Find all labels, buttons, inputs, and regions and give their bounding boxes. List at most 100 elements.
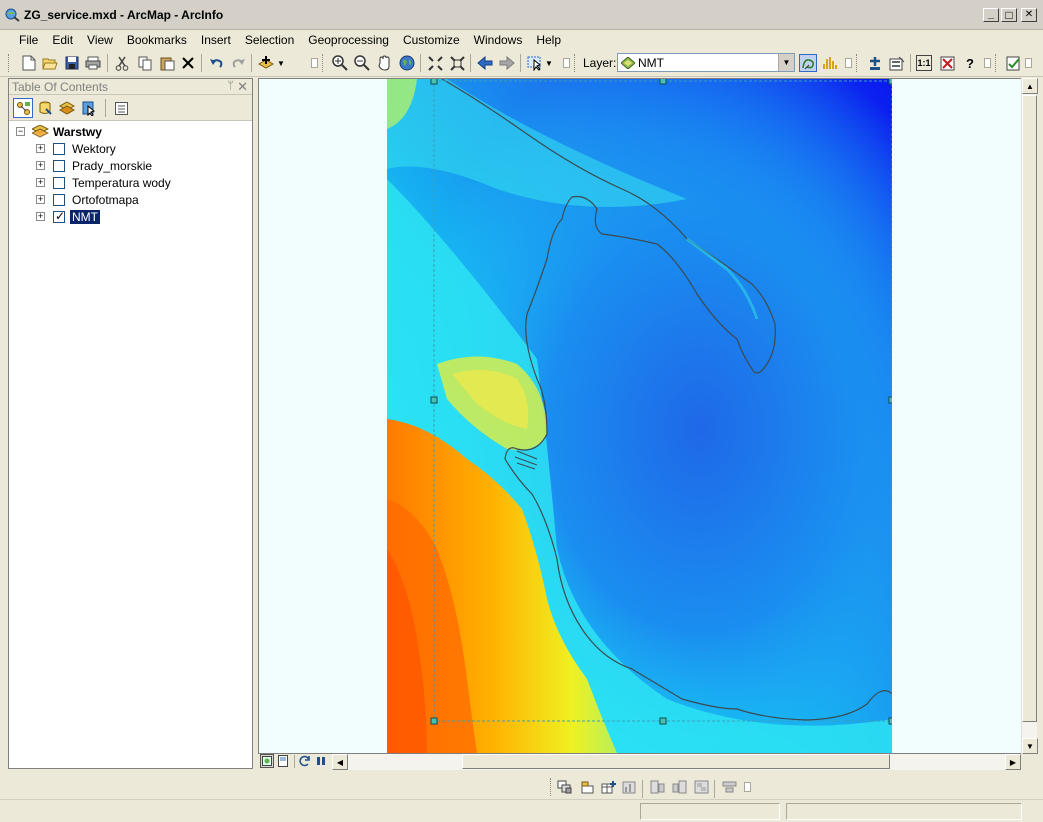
scroll-thumb[interactable] xyxy=(1022,95,1037,722)
distribute-icon[interactable] xyxy=(720,778,738,796)
menu-view[interactable]: View xyxy=(80,31,120,49)
layer-visibility-checkbox[interactable] xyxy=(53,209,65,223)
catalog-window-icon[interactable] xyxy=(888,54,906,72)
layer-row-ortofotmapa[interactable]: + Ortofotmapa xyxy=(36,191,141,208)
map-display[interactable] xyxy=(258,78,1036,754)
forward-arrow-icon[interactable] xyxy=(498,54,516,72)
toolbar-overflow[interactable] xyxy=(984,58,991,68)
swipe-layer-icon[interactable] xyxy=(799,54,817,72)
toolbar-overflow[interactable] xyxy=(563,58,570,68)
chevron-down-icon[interactable]: ▼ xyxy=(778,54,794,71)
data-view-icon[interactable] xyxy=(260,754,274,768)
editor-toolbar-icon[interactable] xyxy=(1005,54,1023,72)
layer-visibility-checkbox[interactable] xyxy=(53,159,65,172)
histogram-icon[interactable] xyxy=(821,54,839,72)
layer-row-wektory[interactable]: + Wektory xyxy=(36,140,118,157)
toolbar-overflow[interactable] xyxy=(1025,58,1032,68)
menu-help[interactable]: Help xyxy=(529,31,568,49)
vertical-scrollbar[interactable]: ▲ ▼ xyxy=(1021,78,1038,754)
pan-hand-icon[interactable] xyxy=(375,54,393,72)
send-to-back-icon[interactable] xyxy=(670,778,688,796)
toolbar-grip[interactable] xyxy=(550,778,553,796)
open-folder-icon[interactable] xyxy=(41,54,59,72)
scale-1-1-button[interactable]: 1:1 xyxy=(916,55,932,71)
new-document-icon[interactable] xyxy=(20,54,38,72)
layer-row-temperatura-wody[interactable]: + Temperatura wody xyxy=(36,174,173,191)
minimize-button[interactable]: _ xyxy=(983,8,999,22)
fixed-zoom-out-icon[interactable] xyxy=(448,54,466,72)
layer-label[interactable]: Prady_morskie xyxy=(70,159,154,173)
layer-visibility-checkbox[interactable] xyxy=(53,176,65,189)
tab-list-by-source[interactable] xyxy=(35,98,55,118)
undo-icon[interactable] xyxy=(207,54,225,72)
layer-group-row[interactable]: − Warstwy xyxy=(16,123,102,140)
cut-icon[interactable] xyxy=(113,54,131,72)
clear-selection-icon[interactable] xyxy=(938,54,956,72)
layer-label[interactable]: Ortofotmapa xyxy=(70,193,141,207)
toolbar-overflow[interactable] xyxy=(845,58,852,68)
add-data-icon[interactable] xyxy=(257,54,275,72)
toolbar-grip[interactable] xyxy=(8,54,11,72)
expand-icon[interactable]: + xyxy=(36,178,45,187)
toolbar-grip[interactable] xyxy=(574,54,577,72)
expand-icon[interactable]: + xyxy=(36,195,45,204)
layer-label[interactable]: Temperatura wody xyxy=(70,176,173,190)
menu-customize[interactable]: Customize xyxy=(396,31,467,49)
pause-drawing-icon[interactable] xyxy=(314,754,328,768)
fixed-zoom-in-icon[interactable] xyxy=(426,54,444,72)
layer-visibility-checkbox[interactable] xyxy=(53,142,65,155)
scroll-thumb[interactable] xyxy=(462,754,890,769)
scroll-up-icon[interactable]: ▲ xyxy=(1022,78,1038,94)
tab-list-by-drawing-order[interactable] xyxy=(13,98,33,118)
graph-icon[interactable] xyxy=(620,778,638,796)
toc-close-icon[interactable]: ✕ xyxy=(237,79,248,95)
save-icon[interactable] xyxy=(63,54,81,72)
close-button[interactable]: ✕ xyxy=(1021,8,1037,22)
tab-list-by-selection[interactable] xyxy=(79,98,99,118)
pin-icon[interactable]: ᛘ xyxy=(227,80,234,92)
select-elements-icon[interactable] xyxy=(556,778,574,796)
toolbar-overflow[interactable] xyxy=(744,782,751,792)
select-dropdown-icon[interactable]: ▼ xyxy=(544,54,554,72)
full-extent-globe-icon[interactable] xyxy=(398,54,416,72)
expand-icon[interactable]: + xyxy=(36,144,45,153)
toolbar-grip[interactable] xyxy=(322,54,325,72)
help-button[interactable]: ? xyxy=(961,54,979,72)
toolbar-overflow[interactable] xyxy=(311,58,318,68)
layout-view-icon[interactable] xyxy=(276,754,290,768)
menu-geoprocessing[interactable]: Geoprocessing xyxy=(301,31,396,49)
add-table-icon[interactable] xyxy=(599,778,617,796)
add-data-arrow-icon[interactable] xyxy=(866,54,884,72)
menu-bookmarks[interactable]: Bookmarks xyxy=(120,31,194,49)
horizontal-scrollbar[interactable]: ◀ ▶ xyxy=(332,754,1021,770)
menu-selection[interactable]: Selection xyxy=(238,31,301,49)
menu-insert[interactable]: Insert xyxy=(194,31,238,49)
layer-label[interactable]: NMT xyxy=(70,209,100,224)
zoom-out-icon[interactable] xyxy=(353,54,371,72)
scroll-down-icon[interactable]: ▼ xyxy=(1022,738,1038,754)
maximize-button[interactable]: □ xyxy=(1001,8,1017,22)
delete-icon[interactable] xyxy=(179,54,197,72)
copy-icon[interactable] xyxy=(136,54,154,72)
menu-edit[interactable]: Edit xyxy=(45,31,80,49)
select-features-icon[interactable] xyxy=(526,54,544,72)
new-text-icon[interactable] xyxy=(578,778,596,796)
expand-icon[interactable]: + xyxy=(36,212,45,221)
add-data-dropdown-icon[interactable]: ▼ xyxy=(276,54,286,72)
print-icon[interactable] xyxy=(84,54,102,72)
layer-visibility-checkbox[interactable] xyxy=(53,193,65,206)
expand-icon[interactable]: + xyxy=(36,161,45,170)
paste-icon[interactable] xyxy=(158,54,176,72)
scroll-left-icon[interactable]: ◀ xyxy=(332,754,348,770)
refresh-icon[interactable] xyxy=(298,754,312,768)
toolbar-grip[interactable] xyxy=(856,54,859,72)
bring-to-front-icon[interactable] xyxy=(648,778,666,796)
zoom-in-icon[interactable] xyxy=(331,54,349,72)
dem-raster-map[interactable] xyxy=(387,79,892,753)
layer-row-nmt[interactable]: + NMT xyxy=(36,208,100,225)
layer-dropdown[interactable]: NMT ▼ xyxy=(617,53,795,72)
tab-list-by-visibility[interactable] xyxy=(57,98,77,118)
group-elements-icon[interactable] xyxy=(692,778,710,796)
scroll-right-icon[interactable]: ▶ xyxy=(1005,754,1021,770)
toc-options-button[interactable] xyxy=(111,98,131,118)
